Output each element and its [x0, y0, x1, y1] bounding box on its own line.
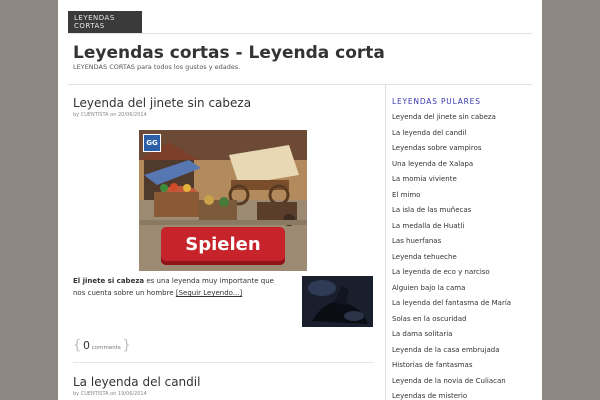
excerpt-bold: El jinete si cabeza [73, 277, 145, 285]
sidebar-item[interactable]: La isla de las muñecas [392, 205, 511, 221]
sidebar-item[interactable]: La leyenda de eco y narciso [392, 267, 511, 283]
page: LEYENDAS CORTAS Leyendas cortas - Leyend… [58, 0, 542, 400]
sidebar-item[interactable]: El mimo [392, 190, 511, 206]
brace-open: { [73, 338, 82, 353]
game-logo: GG [143, 134, 161, 152]
sidebar-item[interactable]: Alguien bajo la cama [392, 283, 511, 299]
play-button[interactable]: Spielen [161, 227, 285, 265]
sidebar-item[interactable]: Solas en la oscuridad [392, 314, 511, 330]
sidebar-list: Leyenda del jinete sin cabeza La leyenda… [392, 112, 511, 400]
game-ad-banner[interactable]: GG Spielen [139, 130, 307, 271]
comments-label: comments [91, 345, 121, 351]
sidebar-item[interactable]: Leyenda de la casa embrujada [392, 345, 511, 361]
nav-divider [68, 33, 532, 34]
sidebar-item[interactable]: La medalla de Huatli [392, 221, 511, 237]
sidebar-item[interactable]: La momia viviente [392, 174, 511, 190]
sidebar-item[interactable]: Leyenda de la novia de Culiacan [392, 376, 511, 392]
sidebar-item[interactable]: Las huerfanas [392, 236, 511, 252]
comments-number: 0 [83, 339, 91, 352]
headless-rider-image [302, 276, 373, 327]
post-meta: by CUENTISTA on 19/06/2014 [73, 391, 147, 397]
sidebar-item[interactable]: La leyenda del fantasma de María [392, 298, 511, 314]
post-excerpt: El jinete si cabeza es una leyenda muy i… [73, 275, 288, 299]
read-more-link[interactable]: [Seguir Leyendo...] [176, 289, 242, 297]
sidebar: LEYENDAS PULARES Leyenda del jinete sin … [385, 85, 531, 400]
post-meta: by CUENTISTA on 20/06/2014 [73, 112, 147, 118]
sidebar-item[interactable]: Leyenda del jinete sin cabeza [392, 112, 511, 128]
post-title[interactable]: Leyenda del jinete sin cabeza [73, 96, 251, 110]
sidebar-item[interactable]: Historias de fantasmas [392, 360, 511, 376]
site-title[interactable]: Leyendas cortas - Leyenda corta [73, 43, 385, 63]
sidebar-title: LEYENDAS PULARES [392, 97, 481, 106]
post-divider [73, 362, 374, 363]
brace-close: } [122, 338, 131, 353]
post-title[interactable]: La leyenda del candil [73, 375, 200, 389]
site-tagline: LEYENDAS CORTAS para todos los gustos y … [73, 63, 241, 71]
sidebar-item[interactable]: Leyendas sobre vampiros [392, 143, 511, 159]
sidebar-item[interactable]: La dama solitaria [392, 329, 511, 345]
nav-home-link[interactable]: LEYENDAS CORTAS [68, 11, 142, 33]
sidebar-item[interactable]: Una leyenda de Xalapa [392, 159, 511, 175]
sidebar-item[interactable]: Leyenda tehueche [392, 252, 511, 268]
sidebar-item[interactable]: Leyendas de misterio [392, 391, 511, 400]
post-thumbnail[interactable] [302, 276, 373, 327]
comments-count[interactable]: { 0 comments } [73, 338, 131, 353]
sidebar-item[interactable]: La leyenda del candil [392, 128, 511, 144]
